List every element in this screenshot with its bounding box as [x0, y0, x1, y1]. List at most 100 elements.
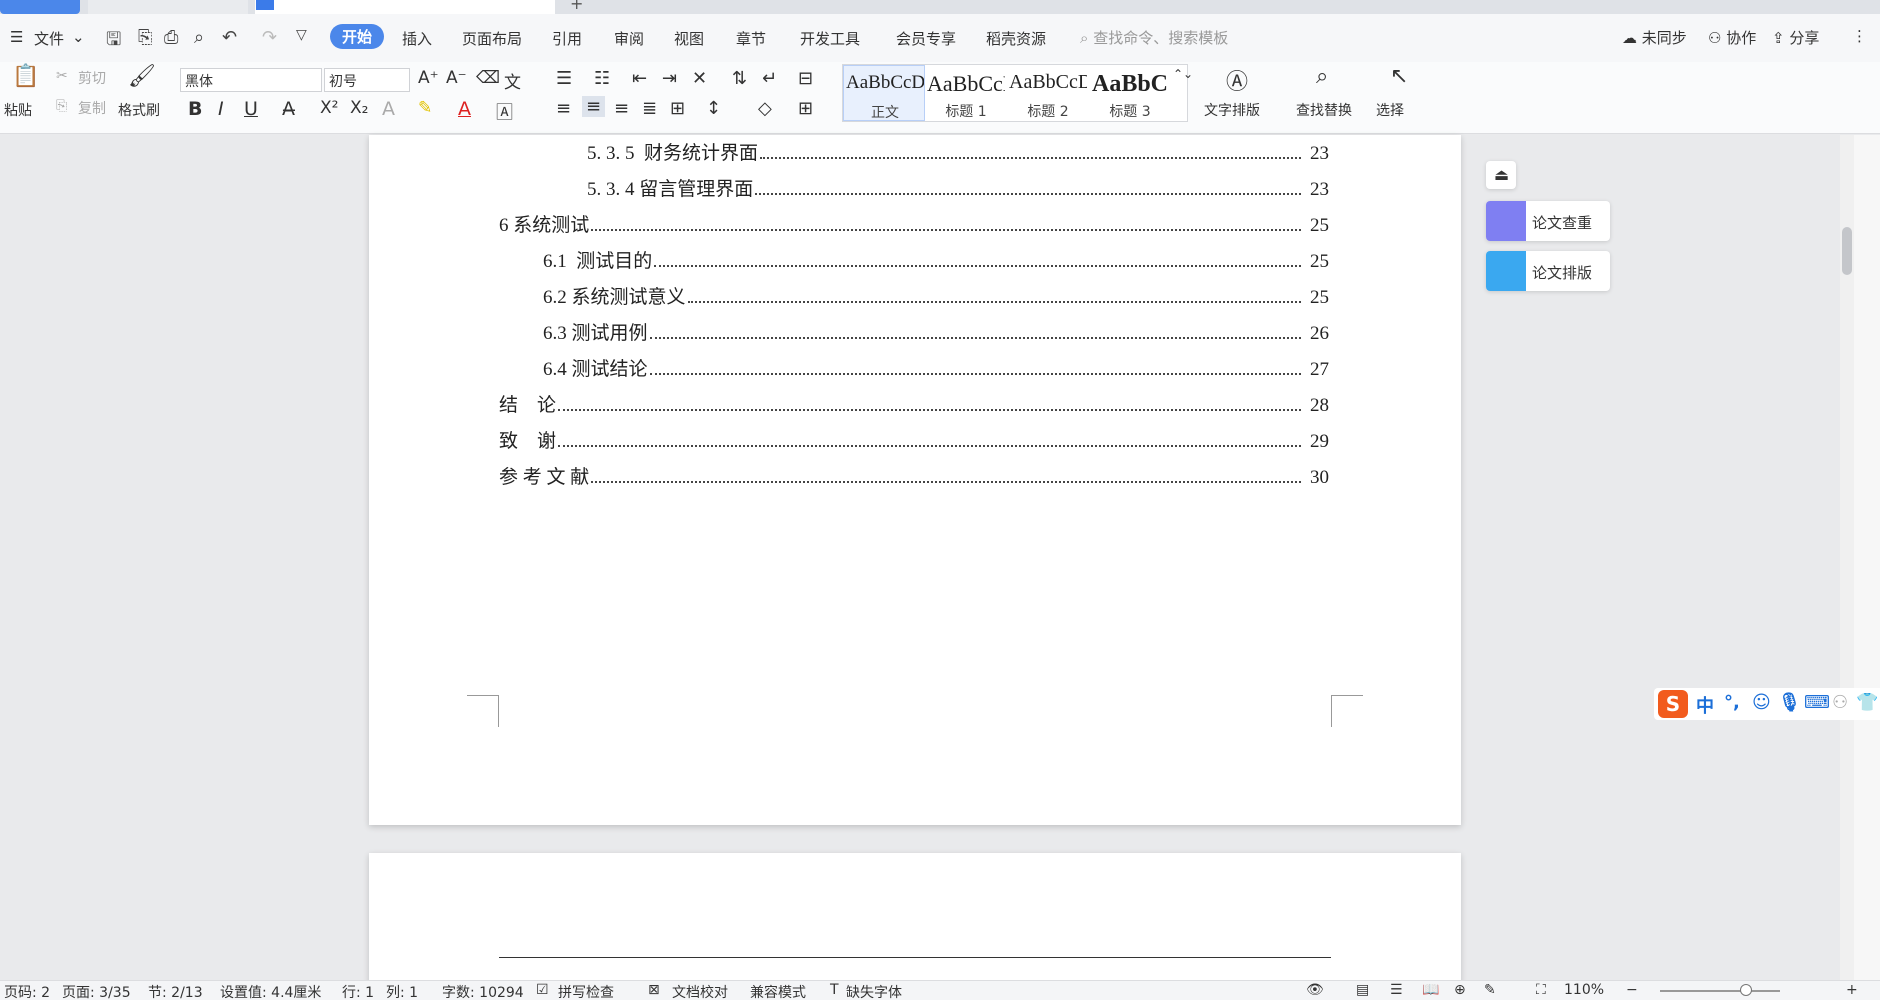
- borders-icon[interactable]: ⊞: [798, 98, 813, 119]
- collab-button[interactable]: ⚇ 协作: [1708, 27, 1756, 48]
- magnifier-icon[interactable]: ⌕: [1316, 64, 1328, 89]
- style-heading-1[interactable]: AaBbCcD 标题 1: [925, 65, 1007, 121]
- chinese-layout-icon[interactable]: ✕: [692, 68, 707, 89]
- align-right-icon[interactable]: ≡: [614, 98, 629, 119]
- missing-font-button[interactable]: 缺失字体: [846, 982, 902, 1000]
- home-tab[interactable]: [0, 0, 80, 14]
- underline-icon[interactable]: U: [244, 98, 258, 120]
- clear-format-icon[interactable]: ⌫: [476, 68, 500, 88]
- hamburger-icon[interactable]: ☰: [10, 28, 23, 46]
- align-left-icon[interactable]: ≡: [556, 98, 571, 119]
- status-word-count[interactable]: 字数: 10294: [442, 982, 524, 1000]
- tab-chapter[interactable]: 章节: [736, 28, 766, 49]
- zoom-in-icon[interactable]: +: [1846, 982, 1858, 998]
- punctuation-icon[interactable]: °,: [1724, 692, 1740, 713]
- cut-button[interactable]: 剪切: [78, 68, 106, 88]
- line-spacing-icon[interactable]: ↕: [706, 98, 721, 119]
- tab-insert[interactable]: 插入: [402, 28, 432, 49]
- collapse-panel-button[interactable]: ⏏: [1486, 161, 1516, 189]
- italic-icon[interactable]: I: [218, 98, 224, 120]
- toc-entry[interactable]: 5. 3. 4 留言管理界面 23: [499, 171, 1329, 201]
- pen-icon[interactable]: ✎: [1484, 982, 1496, 998]
- tab-member[interactable]: 会员专享: [896, 28, 956, 49]
- style-heading-3[interactable]: AaBbC 标题 3: [1089, 65, 1171, 121]
- tab-references[interactable]: 引用: [552, 28, 582, 49]
- status-section[interactable]: 节: 2/13: [148, 982, 203, 1000]
- toc-entry[interactable]: 6.2 系统测试意义 25: [499, 279, 1329, 309]
- toc-entry[interactable]: 6.4 测试结论 27: [499, 351, 1329, 381]
- paper-format-button[interactable]: 论文排版: [1486, 251, 1610, 291]
- document-page[interactable]: [369, 853, 1461, 993]
- text-layout-icon[interactable]: Ⓐ: [1226, 64, 1248, 96]
- print-icon[interactable]: ⎙: [164, 27, 178, 48]
- align-center-icon[interactable]: ≡: [582, 96, 606, 117]
- strikethrough-icon[interactable]: A̶: [282, 98, 295, 120]
- undo-icon[interactable]: ↶: [222, 27, 237, 48]
- font-name-select[interactable]: 黑体: [180, 68, 322, 92]
- eye-protection-icon[interactable]: 👁: [1306, 982, 1324, 998]
- distribute-icon[interactable]: ⊞: [670, 98, 685, 119]
- font-color-icon[interactable]: A: [458, 98, 471, 120]
- status-pages[interactable]: 页面: 3/35: [62, 982, 131, 1000]
- text-effect-icon[interactable]: A: [382, 98, 395, 120]
- document-canvas[interactable]: 5. 3. 5 财务统计界面 23 5. 3. 4 留言管理界面 23 6 系统测试…: [0, 135, 1840, 993]
- document-page[interactable]: 5. 3. 5 财务统计界面 23 5. 3. 4 留言管理界面 23 6 系统测试…: [369, 135, 1461, 825]
- sync-status[interactable]: ☁ 未同步: [1622, 27, 1687, 48]
- subscript-icon[interactable]: X₂: [350, 98, 368, 118]
- vertical-scrollbar[interactable]: [1840, 135, 1854, 980]
- customize-icon[interactable]: ▽: [296, 27, 307, 43]
- tab-stops-icon[interactable]: ⊟: [798, 68, 813, 89]
- scrollbar-thumb[interactable]: [1842, 227, 1852, 275]
- file-menu[interactable]: 文件: [34, 28, 64, 49]
- redo-icon[interactable]: ↷: [262, 27, 277, 48]
- web-view-icon[interactable]: ⊕: [1454, 982, 1466, 998]
- shading-icon[interactable]: ◇: [758, 98, 772, 119]
- outline-view-icon[interactable]: ☰: [1390, 982, 1403, 998]
- char-border-icon[interactable]: 🄰: [496, 98, 513, 123]
- proofread-button[interactable]: 文档校对: [672, 982, 728, 1000]
- format-painter-button[interactable]: 格式刷: [118, 100, 160, 120]
- new-tab-icon[interactable]: +: [570, 0, 583, 13]
- shrink-font-icon[interactable]: A⁻: [446, 68, 467, 88]
- skin-icon[interactable]: 👕: [1856, 692, 1878, 713]
- fit-page-icon[interactable]: ⛶: [1536, 982, 1546, 998]
- justify-icon[interactable]: ≣: [642, 98, 657, 119]
- ime-toolbar[interactable]: S 中 °, ☺ 🎙 ⌨ ⚇ 👕: [1654, 688, 1880, 720]
- tab-developer[interactable]: 开发工具: [800, 28, 860, 49]
- ime-mode[interactable]: 中: [1696, 692, 1714, 718]
- tab-page-layout[interactable]: 页面布局: [462, 28, 522, 49]
- toc-entry[interactable]: 6.1 测试目的 25: [499, 243, 1329, 273]
- zoom-out-icon[interactable]: −: [1626, 982, 1638, 998]
- sogou-logo[interactable]: S: [1658, 690, 1688, 718]
- copy-button[interactable]: 复制: [78, 98, 106, 118]
- paste-icon[interactable]: 📋: [12, 64, 39, 89]
- zoom-level[interactable]: 110%: [1564, 982, 1604, 998]
- docer-tab[interactable]: [88, 0, 248, 14]
- numbered-list-icon[interactable]: ☷: [594, 68, 610, 89]
- toc-entry[interactable]: 参 考 文 献 30: [499, 459, 1329, 489]
- format-painter-icon[interactable]: 🖌: [128, 64, 156, 89]
- chevron-down-icon[interactable]: ⌄: [72, 28, 85, 46]
- status-setting[interactable]: 设置值: 4.4厘米: [220, 982, 321, 1000]
- gallery-scroll-icon[interactable]: ⌃⌄: [1173, 67, 1193, 81]
- toc-entry[interactable]: 致 谢 29: [499, 423, 1329, 453]
- toc-entry[interactable]: 5. 3. 5 财务统计界面 23: [499, 135, 1329, 165]
- paste-button[interactable]: 粘贴: [4, 100, 32, 120]
- emoji-icon[interactable]: ☺: [1752, 692, 1771, 713]
- command-search[interactable]: ⌕ 查找命令、搜索模板: [1080, 27, 1228, 48]
- bullet-list-icon[interactable]: ☰: [556, 68, 572, 89]
- find-replace-button[interactable]: 查找替换: [1296, 100, 1352, 120]
- text-layout-button[interactable]: 文字排版: [1204, 100, 1260, 120]
- export-pdf-icon[interactable]: ⎘: [138, 27, 152, 48]
- style-normal[interactable]: AaBbCcDd 正文: [843, 65, 925, 121]
- tab-review[interactable]: 审阅: [614, 28, 644, 49]
- spell-check-button[interactable]: 拼写检查: [558, 982, 614, 1000]
- status-page-number[interactable]: 页码: 2: [4, 982, 50, 1000]
- increase-indent-icon[interactable]: ⇥: [662, 68, 677, 89]
- zoom-slider-handle[interactable]: [1740, 984, 1752, 996]
- style-heading-2[interactable]: AaBbCcD 标题 2: [1007, 65, 1089, 121]
- tab-view[interactable]: 视图: [674, 28, 704, 49]
- phonetic-icon[interactable]: 文: [504, 68, 521, 93]
- page-view-icon[interactable]: ▤: [1356, 982, 1369, 998]
- more-icon[interactable]: ⋮: [1852, 27, 1867, 45]
